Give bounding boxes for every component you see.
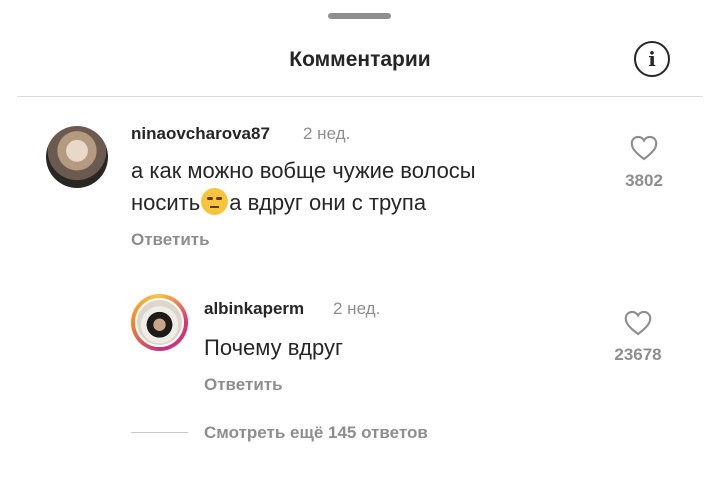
comment-text-line: а как можно вобще чужие волосы — [131, 158, 476, 183]
comment-time: 2 нед. — [333, 299, 381, 318]
comment-text-line: носить а вдруг они с трупа — [131, 187, 476, 219]
rolling-eyes-emoji-icon — [201, 188, 229, 215]
reply-button[interactable]: Ответить — [131, 230, 210, 250]
avatar[interactable] — [46, 126, 108, 188]
comment-text: Почему вдруг — [204, 335, 344, 360]
info-icon[interactable]: i — [634, 41, 670, 77]
avatar[interactable] — [135, 298, 184, 347]
heart-icon[interactable] — [630, 135, 658, 161]
comment-text: а как можно вобще чужие волосы носить а в… — [131, 155, 476, 219]
comment-username[interactable]: albinkaperm — [204, 299, 304, 319]
comment-text-part: а вдруг они с трупа — [229, 190, 427, 215]
sheet-grabber[interactable] — [328, 13, 391, 19]
comment-username[interactable]: ninaovcharova87 — [131, 124, 270, 144]
like-count: 3802 — [625, 171, 663, 190]
comment-time: 2 нед. — [303, 124, 351, 143]
heart-icon[interactable] — [624, 310, 652, 336]
comment-text-part: носить — [131, 190, 201, 215]
replies-divider — [131, 432, 188, 433]
page-title: Комментарии — [289, 48, 431, 71]
view-more-replies-button[interactable]: Смотреть ещё 145 ответов — [204, 423, 428, 443]
header-divider — [17, 96, 703, 97]
like-count: 23678 — [614, 345, 662, 364]
reply-button[interactable]: Ответить — [204, 375, 283, 395]
